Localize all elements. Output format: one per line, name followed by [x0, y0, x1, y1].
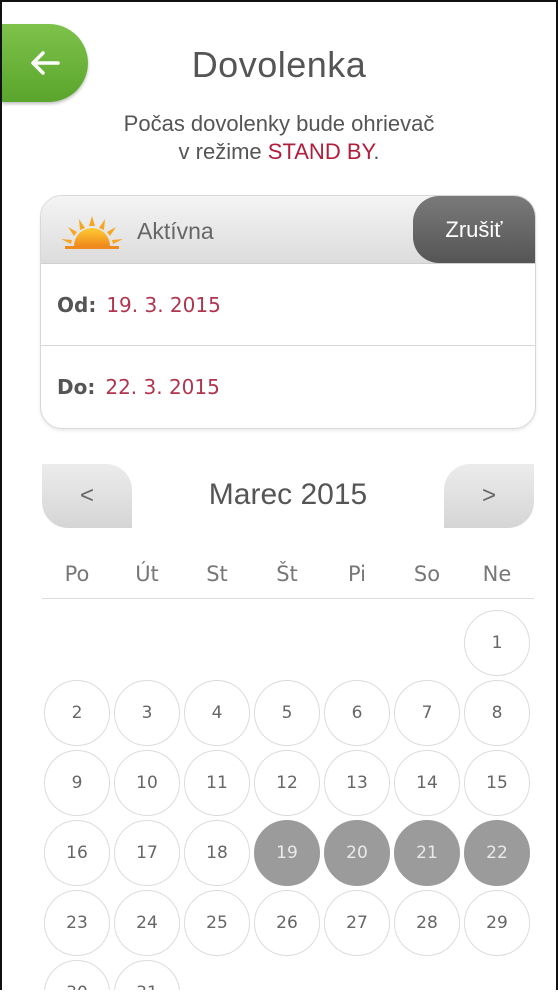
calendar-day[interactable]: 24 — [114, 890, 180, 956]
weekday-label: So — [413, 562, 441, 586]
weekday-header: Po Út St Št Pi So Ne — [42, 550, 534, 599]
calendar-day[interactable]: 12 — [254, 750, 320, 816]
calendar-day[interactable]: 31 — [114, 960, 180, 990]
calendar-day[interactable]: 2 — [44, 680, 110, 746]
calendar-day[interactable]: 15 — [464, 750, 530, 816]
month-title: Marec 2015 — [208, 478, 368, 511]
calendar-day[interactable]: 17 — [114, 820, 180, 886]
calendar-day[interactable]: 7 — [394, 680, 460, 746]
calendar-day[interactable]: 16 — [44, 820, 110, 886]
calendar-day[interactable]: 29 — [464, 890, 530, 956]
calendar-day[interactable]: 23 — [44, 890, 110, 956]
calendar-day[interactable]: 25 — [184, 890, 250, 956]
calendar-day[interactable]: 20 — [324, 820, 390, 886]
calendar-day[interactable]: 13 — [324, 750, 390, 816]
calendar-day[interactable]: 28 — [394, 890, 460, 956]
date-to-label: Do: — [57, 374, 96, 399]
vacation-status: Aktívna — [137, 218, 214, 244]
calendar-day[interactable]: 3 — [114, 680, 180, 746]
app-screen: Dovolenka Počas dovolenky bude ohrievač … — [0, 0, 558, 990]
weekday-label: Po — [64, 562, 90, 586]
calendar-day[interactable]: 4 — [184, 680, 250, 746]
calendar-day[interactable]: 9 — [44, 750, 110, 816]
calendar-day[interactable]: 19 — [254, 820, 320, 886]
calendar-day[interactable]: 27 — [324, 890, 390, 956]
subtitle-prefix: v režime — [178, 139, 268, 164]
weekday-label: Út — [135, 562, 159, 586]
calendar-day[interactable]: 11 — [184, 750, 250, 816]
weekday-label: Ne — [482, 562, 512, 586]
standby-mode-text: STAND BY — [267, 139, 374, 164]
vacation-card-header: Aktívna Zrušiť — [41, 196, 535, 264]
calendar-day[interactable]: 5 — [254, 680, 320, 746]
weekday-label: St — [206, 562, 228, 586]
calendar-day[interactable]: 26 — [254, 890, 320, 956]
date-to-value: 22. 3. 2015 — [105, 374, 220, 399]
date-from-row[interactable]: Od: 19. 3. 2015 — [41, 264, 535, 346]
subtitle-suffix: . — [373, 139, 380, 164]
calendar-day[interactable]: 8 — [464, 680, 530, 746]
next-month-button[interactable]: > — [444, 464, 534, 528]
calendar-day[interactable]: 18 — [184, 820, 250, 886]
date-to-row[interactable]: Do: 22. 3. 2015 — [41, 346, 535, 427]
cancel-button[interactable]: Zrušiť — [413, 196, 535, 263]
calendar-day[interactable]: 6 — [324, 680, 390, 746]
page-title: Dovolenka — [191, 44, 367, 85]
subtitle-line-1: Počas dovolenky bude ohrievač — [123, 111, 435, 136]
calendar-day[interactable]: 30 — [44, 960, 110, 990]
calendar-day[interactable]: 14 — [394, 750, 460, 816]
sun-icon — [61, 216, 123, 249]
calendar-day[interactable]: 10 — [114, 750, 180, 816]
vacation-card: Aktívna Zrušiť Od: 19. 3. 2015 Do: 22. 3… — [40, 195, 536, 429]
calendar-day[interactable]: 1 — [464, 610, 530, 676]
prev-month-button[interactable]: < — [42, 464, 132, 528]
date-from-value: 19. 3. 2015 — [106, 292, 221, 317]
subtitle-line-2: v režime STAND BY. — [2, 138, 556, 166]
date-from-label: Od: — [57, 292, 97, 317]
subtitle: Počas dovolenky bude ohrievač v režime S… — [2, 110, 556, 166]
weekday-label: Pi — [347, 562, 367, 586]
weekday-label: Št — [276, 562, 298, 586]
calendar-day[interactable]: 21 — [394, 820, 460, 886]
calendar-day[interactable]: 22 — [464, 820, 530, 886]
